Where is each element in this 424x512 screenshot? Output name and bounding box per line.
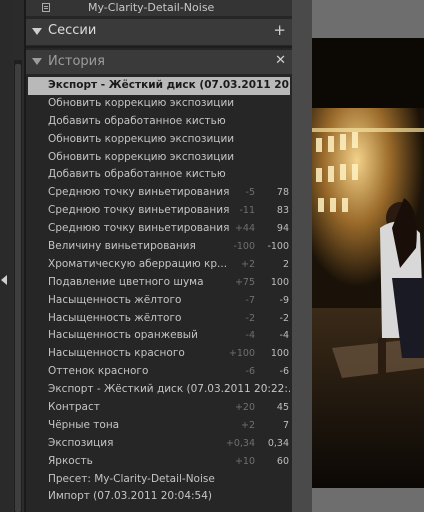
history-item-value: 2 (282, 258, 289, 270)
history-item-value: 60 (276, 455, 289, 467)
clear-history-button[interactable]: ✕ (275, 53, 286, 68)
history-item-delta: +100 (228, 348, 255, 360)
photo-preview[interactable] (312, 38, 424, 488)
history-item-label: Экспозиция (48, 436, 114, 449)
history-item-label: Подавление цветного шума (48, 275, 204, 288)
history-title: История (48, 54, 105, 69)
history-item[interactable]: Обновить коррекцию экспозиции (28, 131, 290, 149)
preview-gutter (292, 0, 312, 512)
history-item-value: 45 (276, 402, 289, 414)
history-item-value: -100 (267, 241, 289, 253)
history-item-delta: +75 (234, 276, 255, 288)
history-item-label: Среднюю точку виньетирования (48, 222, 230, 235)
history-item-value: -4 (279, 330, 289, 342)
history-item[interactable]: Насыщенность красного +100 100 (28, 345, 290, 363)
history-item-value: -2 (279, 312, 289, 324)
history-item-label: Добавить обработанное кистью (48, 114, 226, 127)
history-item[interactable]: Экспозиция +0,34 0,34 (28, 435, 290, 453)
history-item-label: Экспорт - Жёсткий диск (07.03.2011 20:42… (48, 79, 290, 91)
history-item-label: Среднюю точку виньетирования (48, 204, 230, 217)
history-item-label: Пресет: My-Clarity-Detail-Noise (48, 472, 215, 485)
history-item-value: 100 (270, 276, 289, 288)
history-section-header[interactable]: История ✕ (26, 50, 292, 74)
left-panel-strip (0, 0, 12, 512)
history-item[interactable]: Оттенок красного -6 -6 (28, 363, 290, 381)
history-item-value: 7 (282, 419, 289, 431)
history-item-delta: +0,34 (225, 437, 255, 449)
history-item-label: Импорт (07.03.2011 20:04:54) (48, 490, 212, 503)
history-item-label: Среднюю точку виньетирования (48, 186, 230, 199)
history-item[interactable]: Чёрные тона +2 7 (28, 417, 290, 435)
history-item-label: Оттенок красного (48, 365, 149, 378)
history-item-delta: -7 (245, 294, 255, 306)
history-item-value: 0,34 (267, 437, 289, 449)
history-item[interactable]: Добавить обработанное кистью (28, 113, 290, 131)
expand-triangle-icon[interactable] (32, 58, 42, 65)
history-item-label: Обновить коррекцию экспозиции (48, 150, 235, 163)
history-item[interactable]: Яркость +10 60 (28, 453, 290, 471)
add-session-button[interactable]: + (273, 21, 286, 39)
history-item[interactable]: Насыщенность жёлтого -2 -2 (28, 310, 290, 328)
history-item[interactable]: Насыщенность оранжевый -4 -4 (28, 327, 290, 345)
history-item-delta: +44 (234, 223, 255, 235)
history-item[interactable]: Пресет: My-Clarity-Detail-Noise (28, 471, 290, 489)
history-item-value: 78 (276, 187, 289, 199)
history-item-value: 94 (276, 223, 289, 235)
sessions-section-header[interactable]: Сессии + (26, 19, 292, 45)
history-item-label: Добавить обработанное кистью (48, 168, 226, 181)
history-item-label: Насыщенность оранжевый (48, 329, 198, 342)
history-item[interactable]: Обновить коррекцию экспозиции (28, 149, 290, 167)
history-item[interactable]: Импорт (07.03.2011 20:04:54) (28, 488, 290, 506)
photo-image (312, 38, 424, 488)
sessions-title: Сессии (48, 23, 97, 38)
history-item-delta: -11 (239, 205, 255, 217)
history-item[interactable]: Подавление цветного шума +75 100 (28, 274, 290, 292)
history-item-delta: -6 (245, 366, 255, 378)
history-item-value: 100 (270, 348, 289, 360)
history-item-delta: -100 (233, 241, 255, 253)
history-item[interactable]: Среднюю точку виньетирования -11 83 (28, 202, 290, 220)
history-item-delta: -5 (245, 187, 255, 199)
history-item-label: Насыщенность красного (48, 347, 185, 360)
history-item[interactable]: Добавить обработанное кистью (28, 166, 290, 184)
preset-icon (42, 3, 50, 12)
preset-item-label: My-Clarity-Detail-Noise (88, 1, 215, 14)
history-item[interactable]: Экспорт - Жёсткий диск (07.03.2011 20:42… (28, 77, 290, 95)
history-list: Экспорт - Жёсткий диск (07.03.2011 20:42… (28, 77, 290, 506)
history-item-label: Насыщенность жёлтого (48, 293, 182, 306)
history-item-delta: -4 (245, 330, 255, 342)
history-item-value: 83 (276, 205, 289, 217)
history-item[interactable]: Величину виньетирования -100 -100 (28, 238, 290, 256)
history-item-delta: +10 (234, 455, 255, 467)
history-item-delta: +2 (240, 419, 255, 431)
history-item-label: Контраст (48, 401, 100, 414)
history-item-label: Яркость (48, 454, 93, 467)
history-item-label: Хроматическую аберрацию кр... (48, 257, 228, 270)
collapse-left-panel-icon[interactable] (1, 275, 7, 285)
history-item-value: -6 (279, 366, 289, 378)
history-item[interactable]: Обновить коррекцию экспозиции (28, 95, 290, 113)
history-item-delta: -2 (245, 312, 255, 324)
history-item-delta: +20 (234, 402, 255, 414)
history-item-label: Чёрные тона (48, 418, 120, 431)
history-item[interactable]: Среднюю точку виньетирования +44 94 (28, 220, 290, 238)
history-item-label: Насыщенность жёлтого (48, 311, 182, 324)
history-item-label: Экспорт - Жёсткий диск (07.03.2011 20:22… (48, 383, 290, 396)
history-item[interactable]: Среднюю точку виньетирования -5 78 (28, 184, 290, 202)
history-item[interactable]: Насыщенность жёлтого -7 -9 (28, 292, 290, 310)
history-item[interactable]: Экспорт - Жёсткий диск (07.03.2011 20:22… (28, 381, 290, 399)
history-item[interactable]: Хроматическую аберрацию кр... +2 2 (28, 256, 290, 274)
expand-triangle-icon[interactable] (32, 28, 42, 35)
history-item-label: Обновить коррекцию экспозиции (48, 96, 235, 109)
history-item[interactable]: Контраст +20 45 (28, 399, 290, 417)
history-item-value: -9 (279, 294, 289, 306)
history-item-label: Обновить коррекцию экспозиции (48, 132, 235, 145)
section-divider (26, 46, 292, 48)
history-item-delta: +2 (240, 258, 255, 270)
history-item-label: Величину виньетирования (48, 240, 196, 253)
scrollbar-thumb[interactable] (15, 64, 21, 512)
